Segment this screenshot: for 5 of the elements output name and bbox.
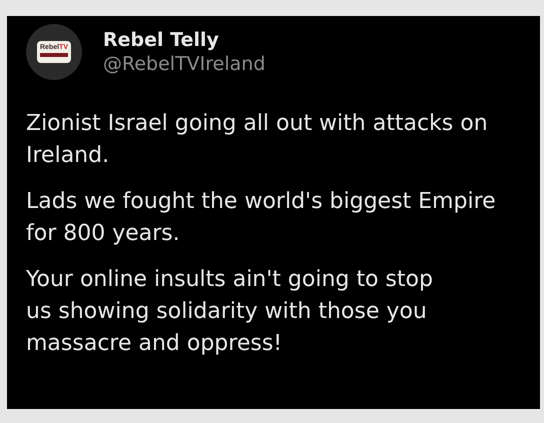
author-name[interactable]: Rebel Telly — [103, 28, 266, 52]
post-paragraph: Your online insults ain't going to stop us showing solidarity with those you massacre and oppress! — [26, 266, 434, 358]
post-paragraph: Lads we fought the world's biggest Empire for 800 years. — [26, 188, 497, 248]
author-handle[interactable]: @RebelTVIreland — [103, 52, 266, 76]
post-paragraph: Zionist Israel going all out with attacks on Ireland. — [26, 110, 489, 170]
